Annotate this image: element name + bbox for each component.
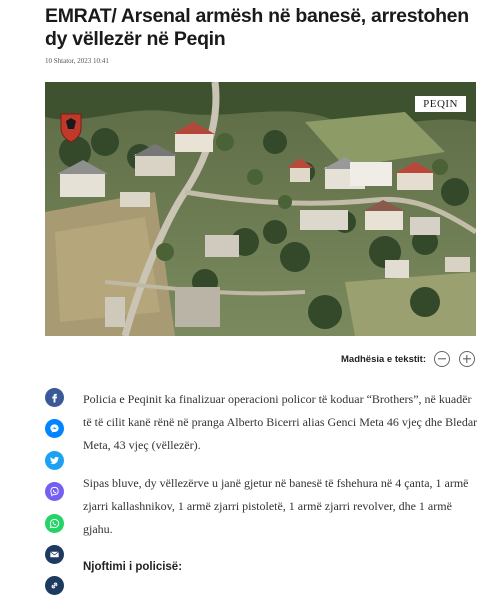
text-size-label: Madhësia e tekstit: (341, 354, 426, 365)
twitter-share-button[interactable] (45, 451, 64, 470)
viber-icon (50, 486, 59, 497)
aerial-village-photo (45, 82, 476, 336)
article-paragraph: Sipas bluve, dy vëllezërve u janë gjetur… (83, 476, 469, 536)
article-subheading: Njoftimi i policisë: (83, 561, 183, 573)
article-date: 10 Shtator, 2023 10:41 (45, 57, 109, 65)
increase-text-button[interactable] (459, 351, 475, 367)
article-headline: EMRAT/ Arsenal armësh në banesë, arresto… (45, 5, 469, 50)
messenger-share-button[interactable] (45, 419, 64, 438)
link-icon (51, 582, 58, 589)
whatsapp-share-button[interactable] (45, 514, 64, 533)
decrease-text-button[interactable] (434, 351, 450, 367)
messenger-icon (50, 424, 59, 433)
article-paragraph: Policia e Peqinit ka finalizuar operacio… (83, 392, 478, 452)
twitter-icon (49, 456, 60, 465)
text-size-control: Madhësia e tekstit: (300, 349, 478, 373)
location-label: PEQIN (415, 96, 466, 112)
article-image: PEQIN (45, 82, 476, 336)
viber-share-button[interactable] (45, 482, 64, 501)
facebook-icon (52, 393, 58, 403)
article-body: Policia e Peqinit ka finalizuar operacio… (83, 388, 483, 594)
whatsapp-icon (49, 518, 60, 529)
email-share-button[interactable] (45, 545, 64, 564)
facebook-share-button[interactable] (45, 388, 64, 407)
email-icon (50, 551, 59, 558)
copy-link-button[interactable] (45, 576, 64, 595)
